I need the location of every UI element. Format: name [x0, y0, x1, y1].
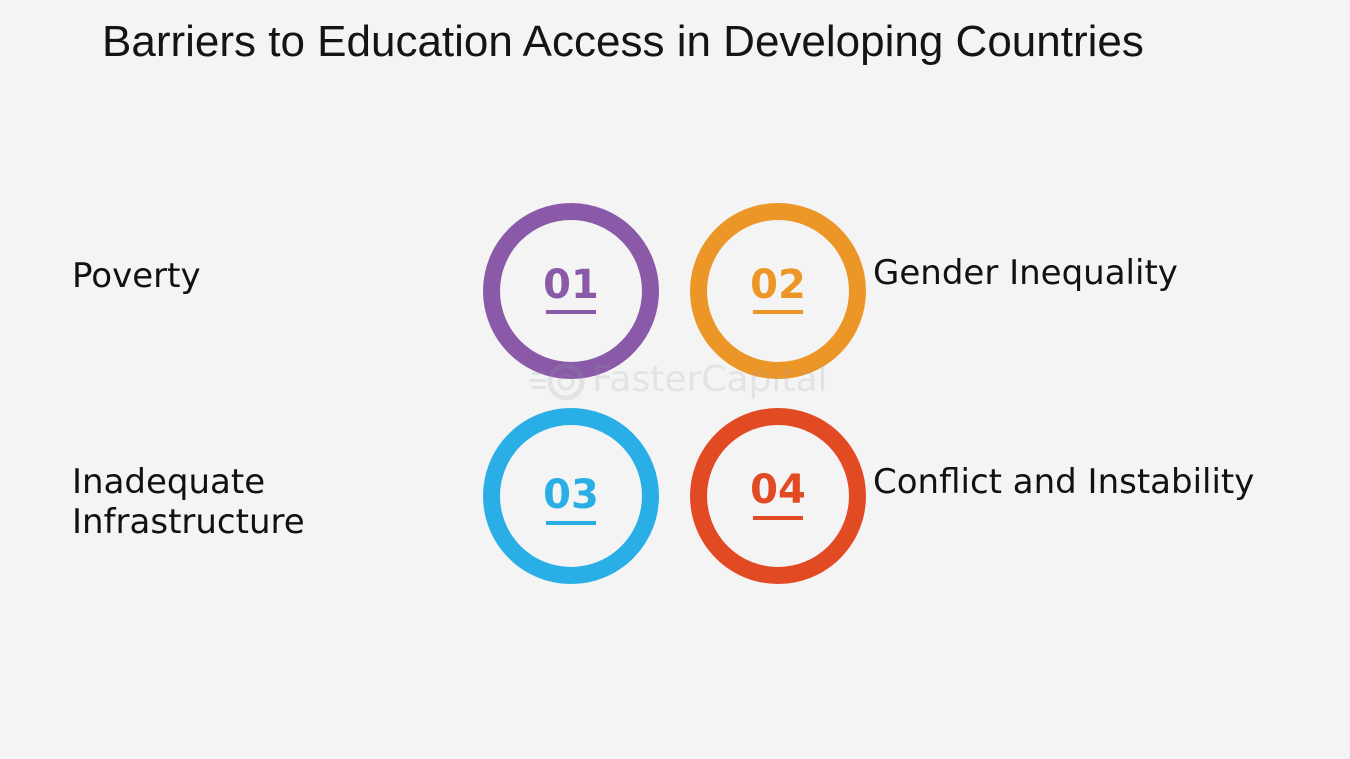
- label-inadequate-infrastructure: Inadequate Infrastructure: [72, 462, 305, 542]
- page-title: Barriers to Education Access in Developi…: [102, 17, 1144, 66]
- label-poverty: Poverty: [72, 256, 201, 296]
- step-number: 04: [750, 467, 806, 513]
- step-underline: [546, 521, 596, 525]
- watermark: FasterCapital: [530, 352, 830, 412]
- step-number: 01: [543, 262, 599, 308]
- label-gender-inequality: Gender Inequality: [873, 253, 1178, 293]
- step-ring-03: 03: [483, 408, 659, 584]
- step-ring-04: 04: [690, 408, 866, 584]
- step-number: 02: [750, 262, 806, 308]
- step-underline: [753, 310, 803, 314]
- watermark-text: FasterCapital: [592, 359, 828, 400]
- step-number: 03: [543, 472, 599, 518]
- step-underline: [753, 516, 803, 520]
- step-underline: [546, 310, 596, 314]
- gear-logo-icon: [530, 363, 585, 401]
- label-conflict-and-instability: Conflict and Instability: [873, 462, 1255, 502]
